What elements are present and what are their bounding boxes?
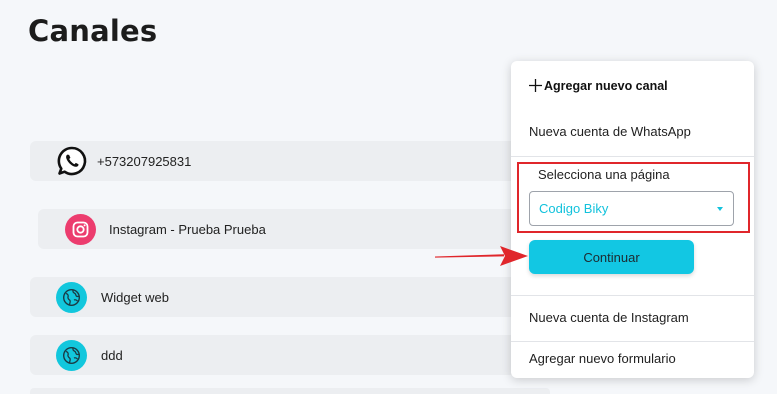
continue-button[interactable]: Continuar <box>529 240 694 274</box>
channel-row-instagram[interactable]: Instagram - Prueba Prueba <box>38 209 550 249</box>
channel-label: Instagram - Prueba Prueba <box>109 221 266 237</box>
channel-label: ddd <box>101 347 123 363</box>
annotation-arrow-icon <box>435 246 528 266</box>
menu-divider <box>511 295 754 296</box>
page-select-value: Codigo Biky <box>539 201 609 216</box>
channels-page: Canales +573207925831 Instagram - Prueba… <box>0 0 777 394</box>
page-title: Canales <box>28 14 158 48</box>
menu-item-new-whatsapp[interactable]: Nueva cuenta de WhatsApp <box>529 124 691 139</box>
channel-label: Widget web <box>101 289 169 305</box>
channel-label: +573207925831 <box>97 153 192 169</box>
instagram-icon <box>65 213 96 245</box>
channel-row-widget-web[interactable]: Widget web <box>30 277 550 317</box>
globe-icon <box>56 339 87 371</box>
add-channel-header[interactable]: Agregar nuevo canal <box>528 78 668 93</box>
menu-divider <box>511 156 754 157</box>
menu-item-new-form[interactable]: Agregar nuevo formulario <box>529 351 676 366</box>
globe-icon <box>56 281 87 313</box>
page-select[interactable]: Codigo Biky <box>529 191 734 226</box>
plus-icon <box>529 79 542 92</box>
channel-row-whatsapp[interactable]: +573207925831 <box>30 141 550 181</box>
caret-down-icon <box>717 206 723 211</box>
menu-item-new-instagram[interactable]: Nueva cuenta de Instagram <box>529 310 689 325</box>
add-channel-label: Agregar nuevo canal <box>544 78 668 93</box>
channel-row-partial <box>30 388 550 394</box>
whatsapp-icon <box>57 146 87 176</box>
add-channel-menu: Agregar nuevo canal Nueva cuenta de What… <box>511 61 754 378</box>
channel-row-ddd[interactable]: ddd <box>30 335 550 375</box>
menu-divider <box>511 341 754 342</box>
page-select-label: Selecciona una página <box>538 167 670 182</box>
